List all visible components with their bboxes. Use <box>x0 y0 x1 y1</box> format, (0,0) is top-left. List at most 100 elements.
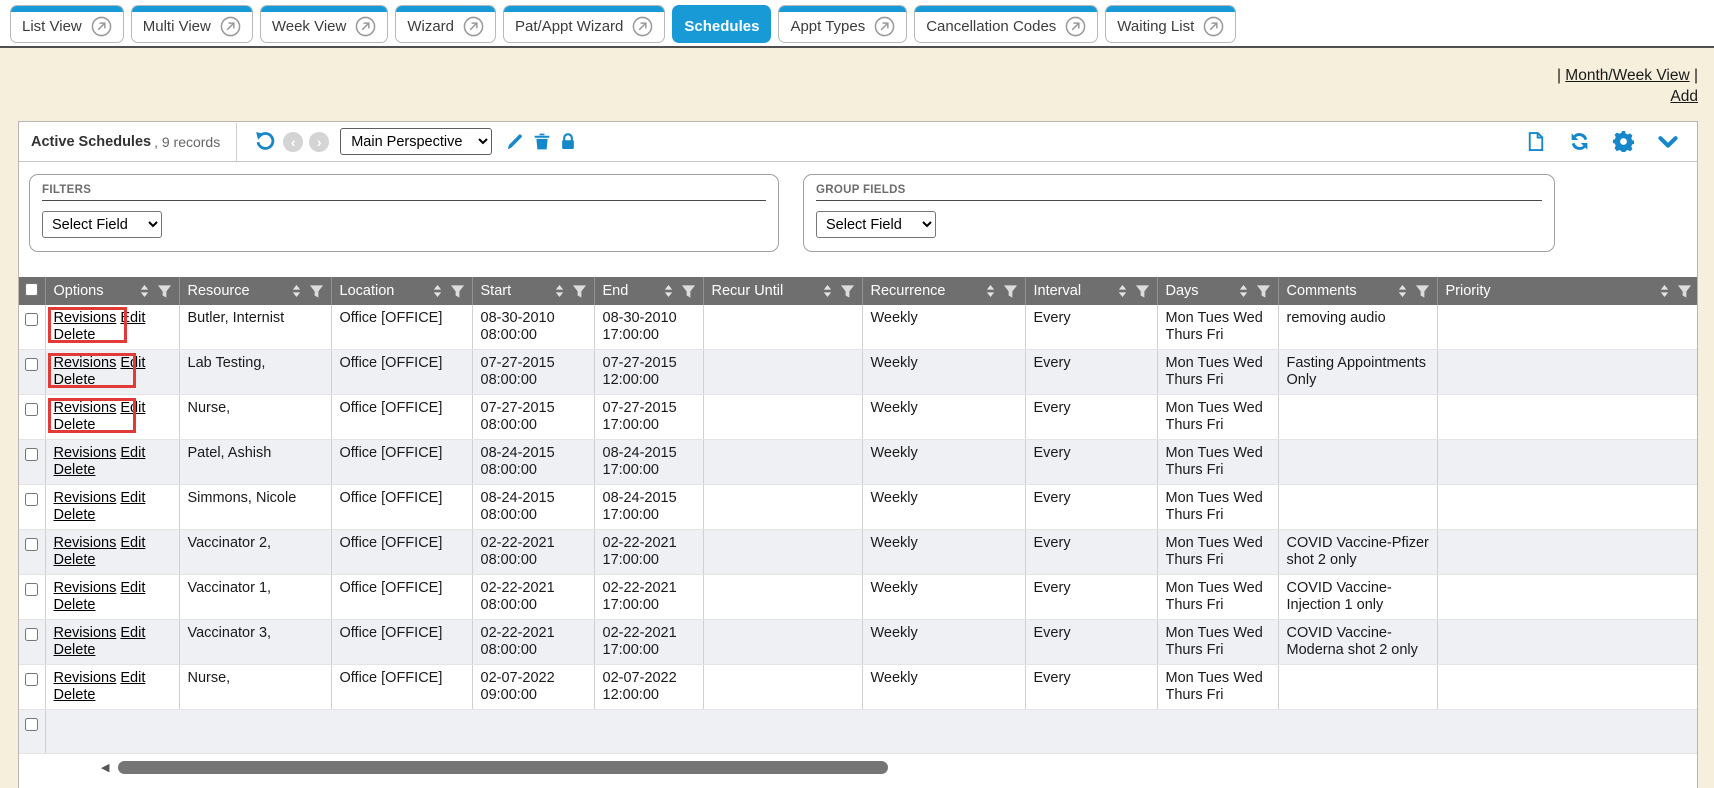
sort-icon[interactable] <box>1659 283 1670 299</box>
edit-link[interactable]: Edit <box>120 625 145 641</box>
open-new-window-icon[interactable] <box>355 16 376 37</box>
filter-icon[interactable] <box>157 284 172 299</box>
sort-icon[interactable] <box>139 283 150 299</box>
month-week-view-link[interactable]: Month/Week View <box>1565 67 1689 84</box>
filter-icon[interactable] <box>1003 284 1018 299</box>
delete-link[interactable]: Delete <box>54 372 96 388</box>
sort-icon[interactable] <box>822 283 833 299</box>
row-checkbox[interactable] <box>25 403 38 416</box>
delete-link[interactable]: Delete <box>54 462 96 478</box>
revisions-link[interactable]: Revisions <box>54 625 117 641</box>
edit-link[interactable]: Edit <box>120 400 145 416</box>
filter-icon[interactable] <box>840 284 855 299</box>
sort-icon[interactable] <box>1238 283 1249 299</box>
tab-label: Multi View <box>143 18 211 35</box>
open-new-window-icon[interactable] <box>1065 16 1086 37</box>
row-checkbox[interactable] <box>25 673 38 686</box>
tab-waiting-list[interactable]: Waiting List <box>1105 5 1236 43</box>
revisions-link[interactable]: Revisions <box>54 445 117 461</box>
edit-link[interactable]: Edit <box>120 535 145 551</box>
revisions-link[interactable]: Revisions <box>54 535 117 551</box>
delete-link[interactable]: Delete <box>54 552 96 568</box>
delete-link[interactable]: Delete <box>54 687 96 703</box>
group-fields-select[interactable]: Select Field <box>816 211 936 238</box>
revisions-link[interactable]: Revisions <box>54 670 117 686</box>
open-new-window-icon[interactable] <box>874 16 895 37</box>
sort-icon[interactable] <box>1117 283 1128 299</box>
tab-list-view[interactable]: List View <box>10 5 124 43</box>
undo-icon[interactable] <box>255 131 276 152</box>
collapse-chevron-icon[interactable] <box>1657 131 1679 153</box>
row-checkbox[interactable] <box>25 583 38 596</box>
revisions-link[interactable]: Revisions <box>54 400 117 416</box>
sort-icon[interactable] <box>663 283 674 299</box>
sort-icon[interactable] <box>554 283 565 299</box>
row-checkbox[interactable] <box>25 358 38 371</box>
edit-link[interactable]: Edit <box>120 445 145 461</box>
lock-icon[interactable] <box>559 132 577 151</box>
tab-week-view[interactable]: Week View <box>260 5 388 43</box>
delete-link[interactable]: Delete <box>54 417 96 433</box>
delete-link[interactable]: Delete <box>54 642 96 658</box>
refresh-icon[interactable] <box>1569 131 1590 152</box>
open-new-window-icon[interactable] <box>463 16 484 37</box>
perspective-select[interactable]: Main Perspective <box>340 128 492 155</box>
edit-perspective-icon[interactable] <box>506 132 525 151</box>
tab-multi-view[interactable]: Multi View <box>131 5 253 43</box>
select-all-checkbox[interactable] <box>25 283 38 296</box>
tab-appt-types[interactable]: Appt Types <box>778 5 907 43</box>
priority-cell <box>1437 665 1698 710</box>
delete-link[interactable]: Delete <box>54 507 96 523</box>
edit-link[interactable]: Edit <box>120 670 145 686</box>
row-checkbox[interactable] <box>25 313 38 326</box>
filters-field-select[interactable]: Select Field <box>42 211 162 238</box>
scrollbar-thumb[interactable] <box>118 761 888 774</box>
options-cell: Revisions Edit Delete <box>45 350 179 395</box>
revisions-link[interactable]: Revisions <box>54 580 117 596</box>
edit-link[interactable]: Edit <box>120 310 145 326</box>
row-checkbox[interactable] <box>25 493 38 506</box>
filter-icon[interactable] <box>1256 284 1271 299</box>
filter-icon[interactable] <box>681 284 696 299</box>
open-new-window-icon[interactable] <box>220 16 241 37</box>
next-page-icon[interactable]: › <box>309 132 329 152</box>
sort-icon[interactable] <box>432 283 443 299</box>
sort-icon[interactable] <box>291 283 302 299</box>
edit-link[interactable]: Edit <box>120 580 145 596</box>
open-new-window-icon[interactable] <box>1203 16 1224 37</box>
sort-icon[interactable] <box>985 283 996 299</box>
filter-icon[interactable] <box>1677 284 1692 299</box>
edit-link[interactable]: Edit <box>120 490 145 506</box>
delete-link[interactable]: Delete <box>54 327 96 343</box>
new-document-icon[interactable] <box>1526 131 1546 152</box>
filter-icon[interactable] <box>1415 284 1430 299</box>
filter-icon[interactable] <box>1135 284 1150 299</box>
tab-schedules[interactable]: Schedules <box>672 5 771 43</box>
revisions-link[interactable]: Revisions <box>54 490 117 506</box>
tab-pat-appt-wizard[interactable]: Pat/Appt Wizard <box>503 5 665 43</box>
edit-link[interactable]: Edit <box>120 355 145 371</box>
settings-gear-icon[interactable] <box>1613 131 1634 152</box>
prev-page-icon[interactable]: ‹ <box>283 132 303 152</box>
row-checkbox[interactable] <box>25 718 38 731</box>
filter-icon[interactable] <box>572 284 587 299</box>
comments-cell <box>1278 665 1437 710</box>
open-new-window-icon[interactable] <box>632 16 653 37</box>
table-row: Revisions Edit Delete Vaccinator 3, Offi… <box>19 620 1698 665</box>
open-new-window-icon[interactable] <box>91 16 112 37</box>
revisions-link[interactable]: Revisions <box>54 310 117 326</box>
revisions-link[interactable]: Revisions <box>54 355 117 371</box>
start-time: 08:00:00 <box>481 462 588 479</box>
add-link[interactable]: Add <box>1670 88 1698 105</box>
delete-link[interactable]: Delete <box>54 597 96 613</box>
row-checkbox[interactable] <box>25 628 38 641</box>
scroll-left-icon[interactable]: ◀ <box>101 761 109 775</box>
sort-icon[interactable] <box>1397 283 1408 299</box>
filter-icon[interactable] <box>309 284 324 299</box>
row-checkbox[interactable] <box>25 448 38 461</box>
filter-icon[interactable] <box>450 284 465 299</box>
tab-cancellation-codes[interactable]: Cancellation Codes <box>914 5 1098 43</box>
row-checkbox[interactable] <box>25 538 38 551</box>
tab-wizard[interactable]: Wizard <box>395 5 496 43</box>
delete-perspective-icon[interactable] <box>533 132 551 151</box>
